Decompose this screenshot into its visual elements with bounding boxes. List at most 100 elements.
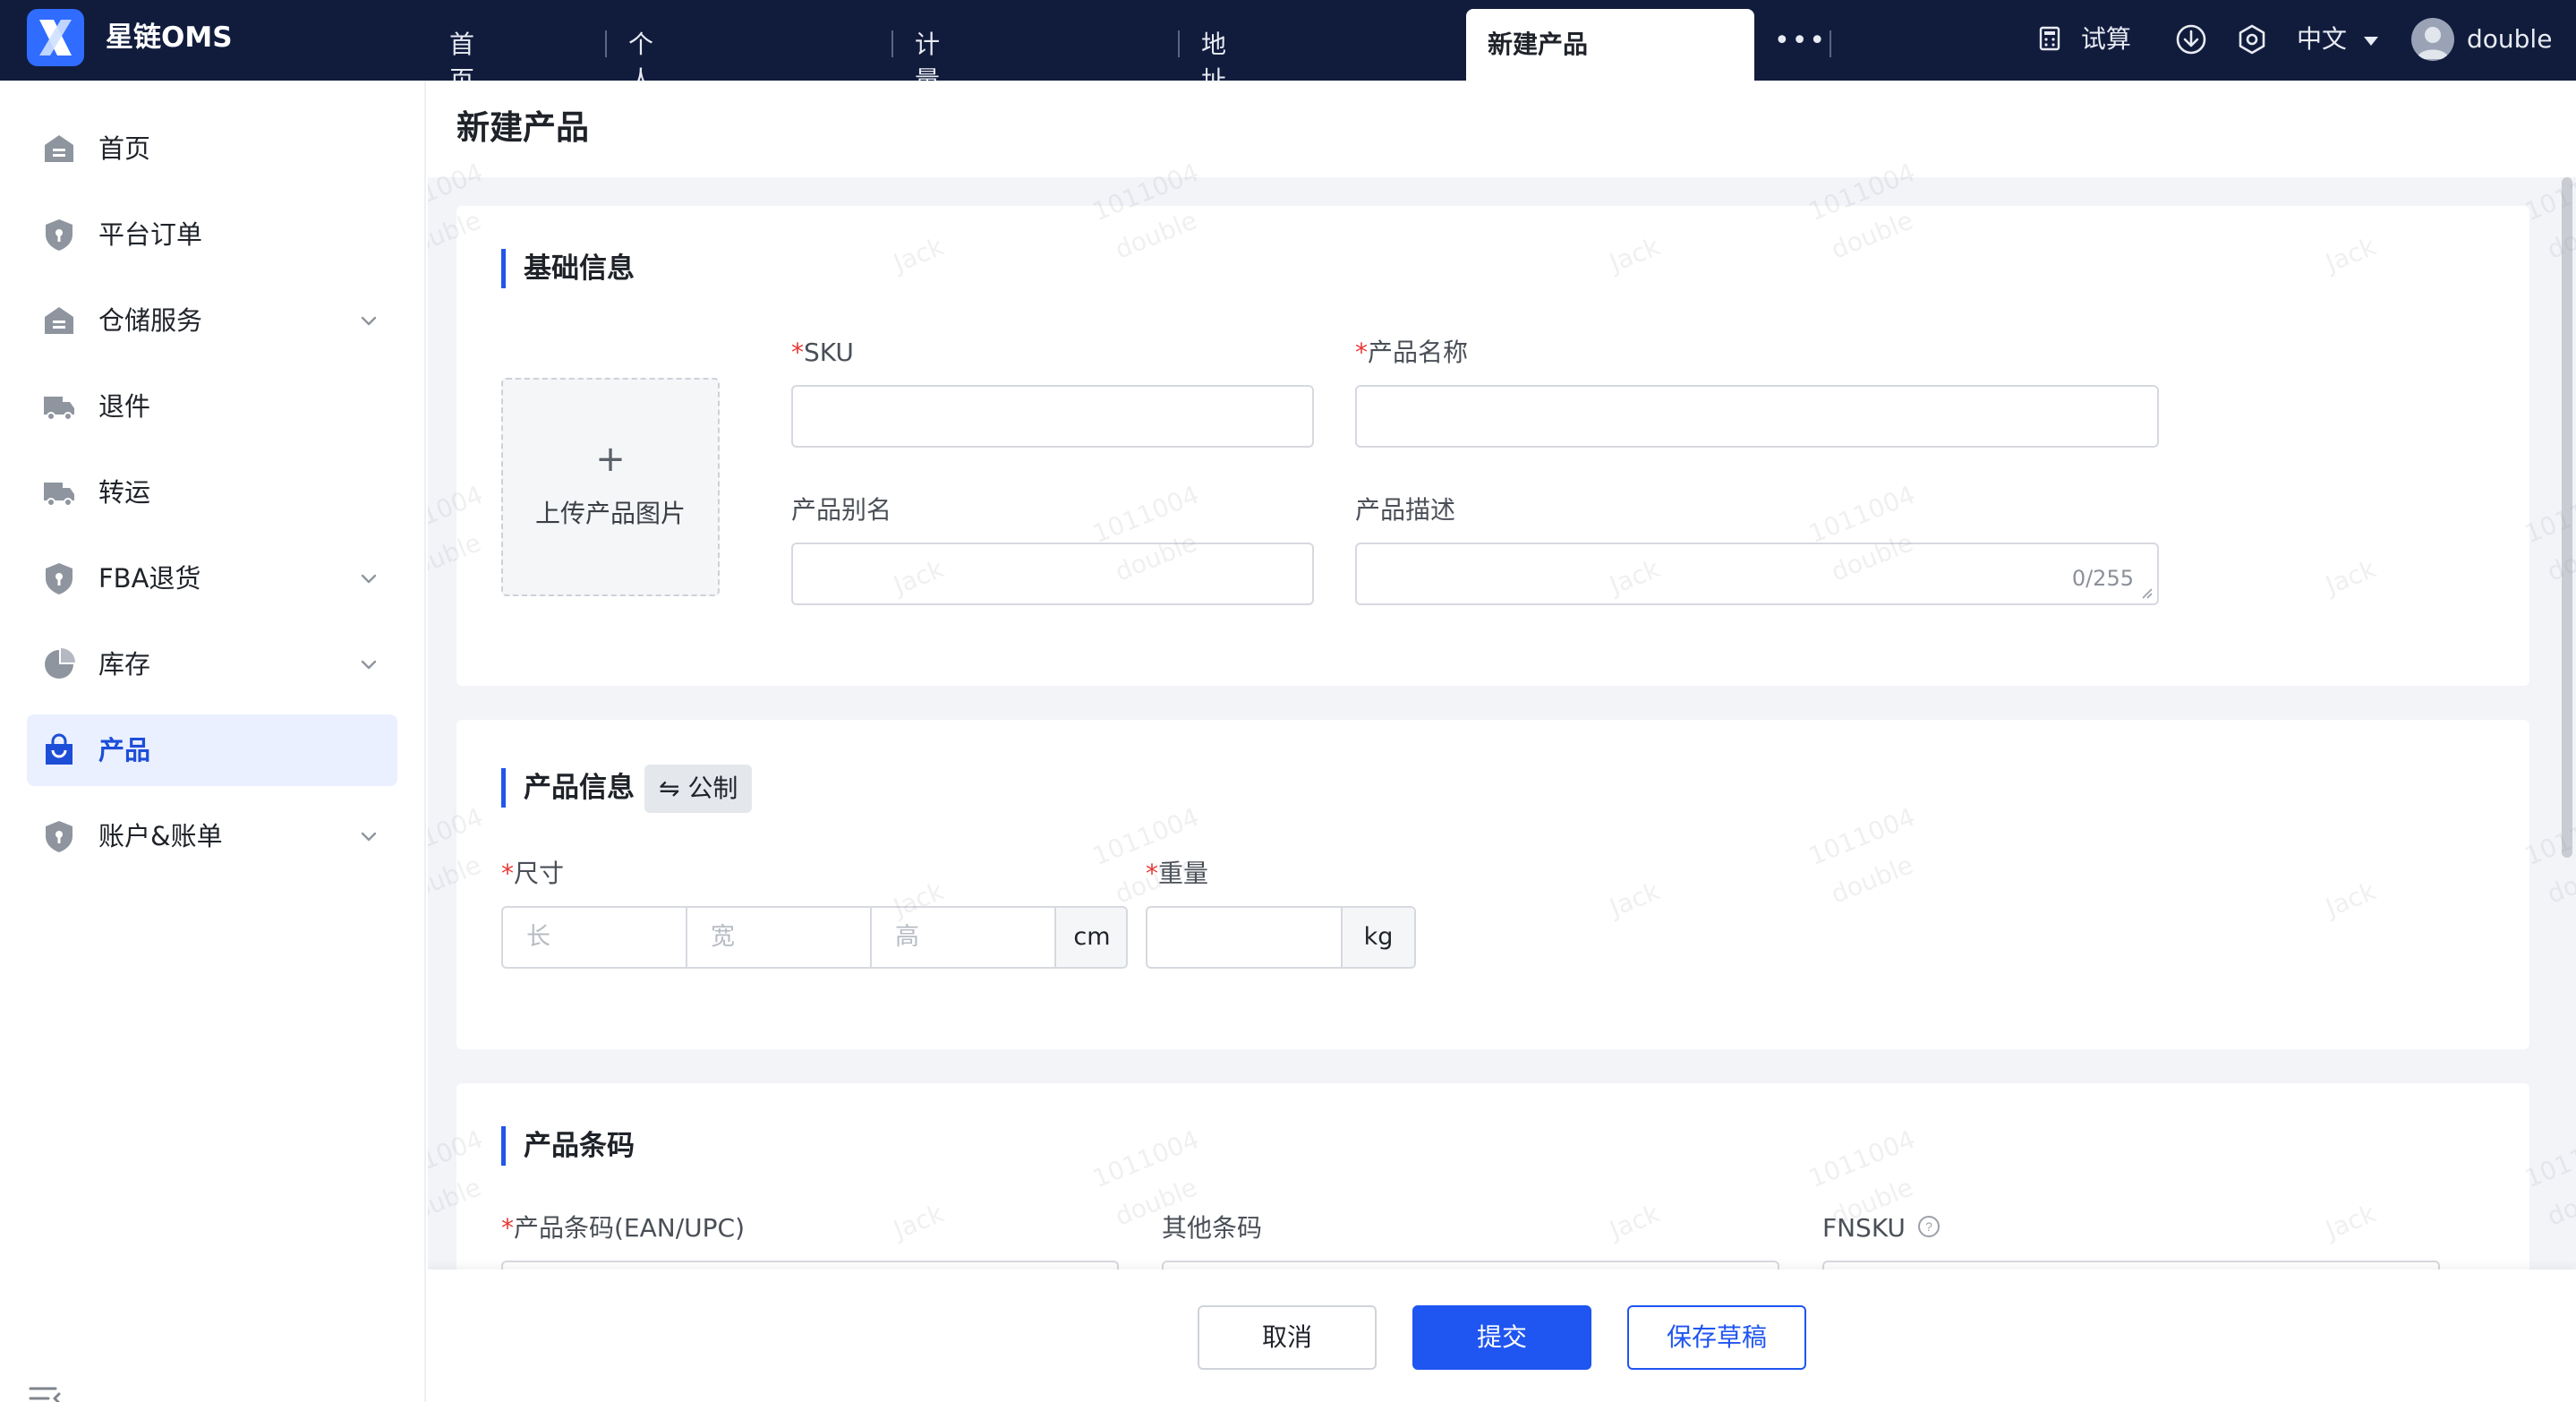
sidebar-item-inventory[interactable]: 库存 [27,628,397,700]
size-input-group: 长 宽 高 cm [501,906,1128,969]
required-mark: * [501,1213,514,1243]
required-mark: * [1355,338,1368,367]
more-tabs-button[interactable]: ••• [1774,25,1827,56]
app-name: 星链OMS [106,21,233,54]
home-icon [45,135,73,162]
unit-system-label: 公制 [687,774,738,803]
pie-chart-icon [45,648,75,679]
chevron-down-icon [361,832,377,842]
description-textarea[interactable]: 0/255 [1355,543,2159,605]
sidebar-item-home[interactable]: 首页 [27,113,397,184]
sidebar-item-products[interactable]: 产品 [27,714,397,786]
gear-icon [2239,24,2265,55]
sidebar-item-label: 首页 [98,133,151,164]
tab-separator [891,30,893,57]
truck-icon [44,483,74,507]
sidebar-item-label: 平台订单 [98,219,203,250]
app-logo[interactable] [27,9,84,66]
settings-button[interactable] [2236,23,2268,65]
sidebar-item-platform-orders[interactable]: 平台订单 [27,199,397,270]
size-unit: cm [1056,908,1126,967]
shopping-bag-icon [46,733,73,765]
save-draft-button[interactable]: 保存草稿 [1627,1305,1806,1370]
size-label-text: 尺寸 [514,859,565,888]
tab-new-product[interactable]: 新建产品 [1466,9,1754,81]
chevron-down-icon [361,574,377,584]
basic-info-card: 基础信息 + 上传产品图片 *SKU *产品名称 产品别名 产品描述 0/255 [456,206,2529,686]
sidebar-item-account-billing[interactable]: 账户&账单 [27,800,397,872]
fnsku-label: FNSKU ? [1822,1210,1941,1246]
alias-label: 产品别名 [791,495,892,525]
scrollbar[interactable] [2562,177,2572,858]
upload-image-button[interactable]: + 上传产品图片 [501,378,720,596]
required-mark: * [501,859,514,888]
height-input[interactable]: 高 [872,908,1056,967]
weight-unit: kg [1343,908,1414,967]
sidebar-item-transfer[interactable]: 转运 [27,457,397,528]
language-select[interactable]: 中文 [2297,21,2380,57]
resize-handle-icon[interactable] [2139,586,2154,600]
sidebar-item-label: 仓储服务 [98,305,203,336]
watermark-text: double [2543,1172,2576,1232]
truck-icon [44,397,74,421]
sidebar-item-warehouse[interactable]: 仓储服务 [27,285,397,356]
plus-icon: + [595,439,626,480]
collapse-menu-icon[interactable] [27,1381,63,1402]
unit-system-toggle[interactable]: ⇋ 公制 [644,765,753,813]
chevron-down-icon [361,660,377,670]
product-name-label: *产品名称 [1355,335,1468,371]
calculator-button[interactable]: 试算 [2037,21,2131,57]
sidebar-item-label: 产品 [98,735,151,765]
main-content: 新建产品 基础信息 + 上传产品图片 *SKU *产品名称 产品别名 产品描述 … [428,81,2576,1402]
cancel-button[interactable]: 取消 [1198,1305,1377,1370]
upload-label: 上传产品图片 [534,499,686,528]
tab-separator [605,30,607,57]
calculator-label: 试算 [2080,24,2131,54]
calculator-icon [2039,26,2060,51]
char-counter: 0/255 [2071,566,2134,591]
sidebar: 首页 平台订单 仓储服务 退件 转运 FBA退货 库存 产品 账户&账单 [0,81,426,1402]
sidebar-item-returns[interactable]: 退件 [27,371,397,442]
other-barcode-label: 其他条码 [1162,1213,1263,1243]
language-label: 中文 [2297,24,2348,54]
weight-label-text: 重量 [1158,859,1209,888]
avatar[interactable] [2411,18,2454,61]
top-bar: 星链OMS 首页 个人中心 计量单位 地址簿 新建产品 ••• 试算 [0,0,2576,167]
sidebar-item-label: 库存 [98,649,151,680]
shield-icon [46,219,73,251]
tab-separator [1830,30,1831,57]
page-title: 新建产品 [456,108,589,147]
weight-input[interactable] [1147,908,1343,967]
required-mark: * [791,338,804,367]
submit-button[interactable]: 提交 [1412,1305,1591,1370]
product-name-input[interactable] [1355,385,2159,448]
size-label: *尺寸 [501,856,564,892]
required-mark: * [1146,859,1158,888]
help-icon[interactable]: ? [1917,1215,1941,1238]
shield-icon [46,563,73,594]
ean-label: *产品条码(EAN/UPC) [501,1210,745,1246]
product-info-title: 产品信息 [501,768,635,808]
alias-input[interactable] [791,543,1314,605]
warehouse-icon [45,307,73,334]
barcode-title: 产品条码 [501,1126,635,1166]
weight-input-group: kg [1146,906,1416,969]
sku-label: *SKU [791,335,854,371]
product-info-card: 产品信息 ⇋ 公制 *尺寸 长 宽 高 cm *重量 kg [456,720,2529,1049]
sku-label-text: SKU [804,338,854,367]
sidebar-item-fba-returns[interactable]: FBA退货 [27,543,397,614]
weight-label: *重量 [1146,856,1208,892]
form-footer: 取消 提交 保存草稿 [428,1269,2576,1402]
username[interactable]: double [2467,21,2552,57]
page-header: 新建产品 [428,81,2576,177]
watermark-text: double [2543,850,2576,910]
download-icon [2176,24,2206,55]
shield-icon [46,821,73,852]
length-input[interactable]: 长 [503,908,687,967]
width-input[interactable]: 宽 [687,908,872,967]
basic-info-title: 基础信息 [501,249,635,288]
swap-icon: ⇋ [659,774,680,803]
sku-input[interactable] [791,385,1314,448]
download-button[interactable] [2175,23,2207,65]
sidebar-item-label: FBA退货 [98,563,201,594]
